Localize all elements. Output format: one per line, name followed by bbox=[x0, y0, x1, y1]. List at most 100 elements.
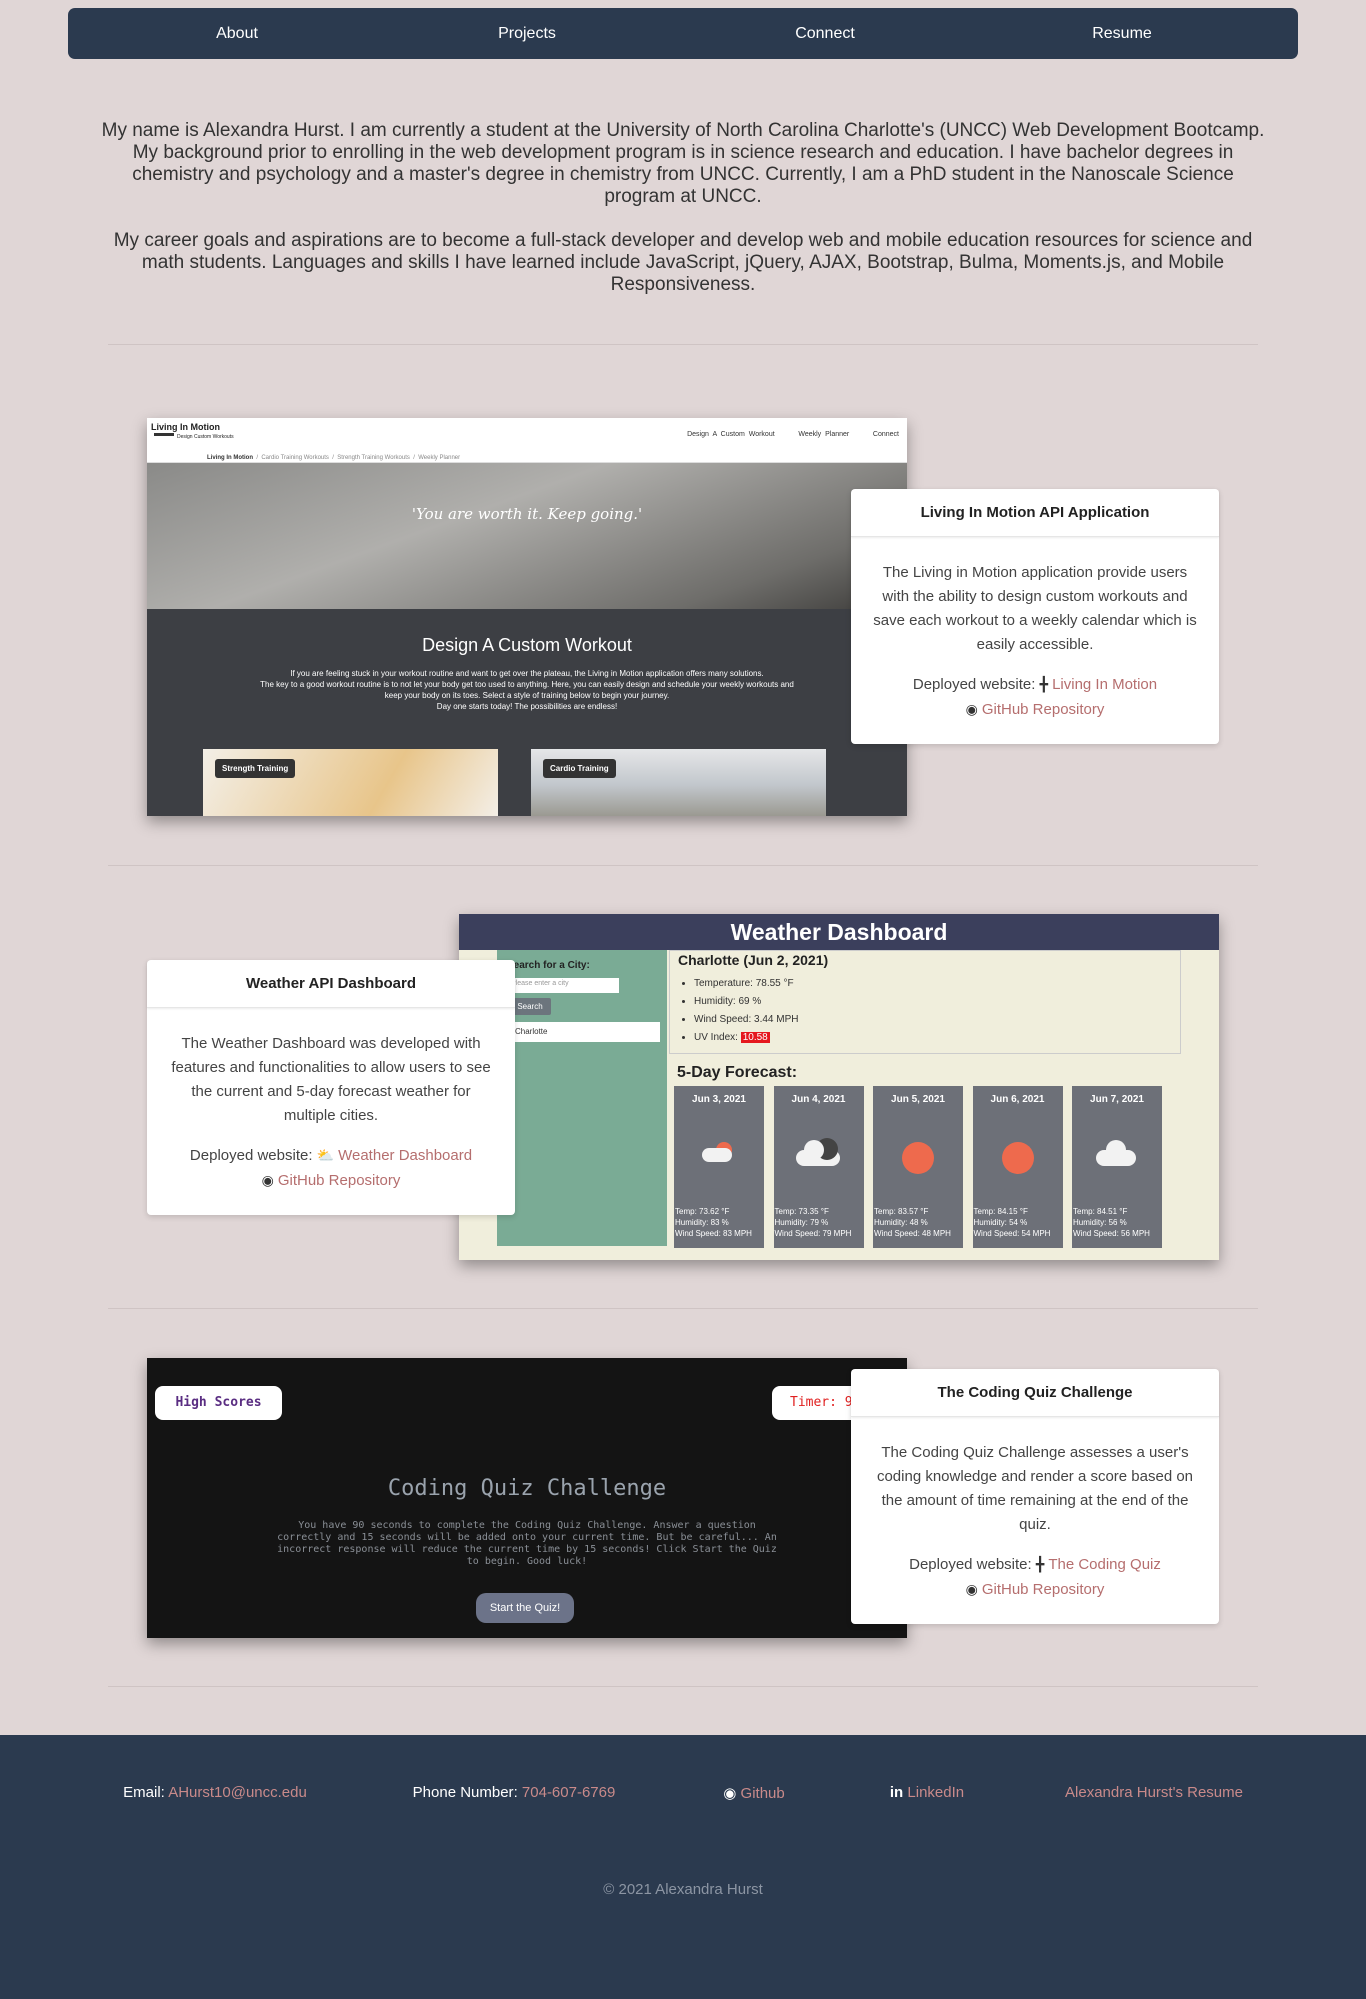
card-description: The Coding Quiz Challenge assesses a use… bbox=[876, 1444, 1194, 1533]
lim-tile-strength: Strength Training bbox=[203, 749, 498, 816]
dumbbell-icon: ╋ bbox=[1035, 1556, 1045, 1572]
deployed-line: Deployed website: ⛅ Weather Dashboard bbox=[169, 1143, 493, 1168]
wd-header: Weather Dashboard bbox=[459, 914, 1219, 950]
lim-tile-cardio: Cardio Training bbox=[531, 749, 826, 816]
card-body: The Living in Motion application provide… bbox=[851, 537, 1219, 740]
forecast-details: Temp: 73.62 °F Humidity: 83 % Wind Speed: … bbox=[675, 1206, 752, 1239]
weather-dashboard-screenshot: Weather Dashboard Search for a City: Ple… bbox=[459, 914, 1219, 1260]
github-repo-link[interactable]: GitHub Repository bbox=[982, 701, 1105, 718]
forecast-card: Jun 7, 2021 Temp: 84.51 °F Humidity: 56 % W… bbox=[1072, 1086, 1162, 1248]
lim-breadcrumb: Living In Motion / Cardio Training Worko… bbox=[207, 455, 461, 461]
living-in-motion-screenshot: Living In Motion Design Custom Workouts … bbox=[147, 418, 907, 816]
divider bbox=[108, 1308, 1258, 1309]
sun-icon bbox=[1001, 1142, 1034, 1174]
wd-search-button: Search bbox=[509, 998, 551, 1015]
nav-about[interactable]: About bbox=[216, 8, 258, 59]
nav-resume[interactable]: Resume bbox=[1092, 8, 1152, 59]
wd-forecast-title: 5-Day Forecast: bbox=[677, 1064, 798, 1081]
card-body: The Coding Quiz Challenge assesses a use… bbox=[851, 1417, 1219, 1620]
card-description: The Living in Motion application provide… bbox=[873, 564, 1197, 653]
deployed-link-living-in-motion[interactable]: Living In Motion bbox=[1052, 676, 1157, 693]
wd-search-input: Please enter a city bbox=[509, 978, 619, 993]
lim-nav: Design A Custom Workout Weekly Planner C… bbox=[687, 431, 899, 438]
linkedin-icon: in bbox=[889, 1784, 904, 1801]
forecast-date: Jun 7, 2021 bbox=[1090, 1094, 1144, 1105]
wd-uv: UV Index: 10.58 bbox=[694, 1029, 799, 1047]
wd-wind: Wind Speed: 3.44 MPH bbox=[694, 1011, 799, 1029]
github-icon: ◉ bbox=[723, 1785, 737, 1802]
project-card-quiz: The Coding Quiz Challenge The Coding Qui… bbox=[851, 1369, 1219, 1624]
footer-email: Email: AHurst10@uncc.edu bbox=[123, 1784, 307, 1801]
coding-quiz-screenshot: High Scores Timer: 9 Coding Quiz Challen… bbox=[147, 1358, 907, 1638]
deployed-link-quiz[interactable]: The Coding Quiz bbox=[1048, 1556, 1161, 1573]
forecast-details: Temp: 83.57 °F Humidity: 48 % Wind Speed: … bbox=[874, 1206, 951, 1239]
card-title: Weather API Dashboard bbox=[147, 960, 515, 1008]
lim-hero-image: 'You are worth it. Keep going.' bbox=[147, 463, 907, 609]
footer-phone: Phone Number: 704-607-6769 bbox=[412, 1784, 616, 1801]
forecast-details: Temp: 84.15 °F Humidity: 54 % Wind Speed: … bbox=[974, 1206, 1051, 1239]
project-card-living-in-motion: Living In Motion API Application The Liv… bbox=[851, 489, 1219, 744]
divider bbox=[108, 344, 1258, 345]
github-repo-link[interactable]: GitHub Repository bbox=[278, 1172, 401, 1189]
forecast-humidity: Humidity: 48 % bbox=[874, 1218, 928, 1227]
lim-tile-label: Strength Training bbox=[215, 759, 296, 778]
wd-current-list: Temperature: 78.55 °F Humidity: 69 % Win… bbox=[694, 975, 799, 1047]
cloud-sun-icon: ⛅ bbox=[316, 1147, 335, 1163]
forecast-temp: Temp: 83.57 °F bbox=[874, 1207, 929, 1216]
footer-resume: Alexandra Hurst's Resume bbox=[1065, 1784, 1243, 1801]
email-link[interactable]: AHurst10@uncc.edu bbox=[168, 1784, 307, 1801]
dumbbell-icon bbox=[154, 433, 174, 436]
about-paragraph-1: My name is Alexandra Hurst. I am current… bbox=[101, 120, 1265, 207]
forecast-temp: Temp: 84.15 °F bbox=[973, 1207, 1028, 1216]
github-icon: ◉ bbox=[965, 701, 978, 717]
sun-icon bbox=[902, 1142, 934, 1174]
quiz-start-button: Start the Quiz! bbox=[476, 1593, 574, 1623]
project-card-weather: Weather API Dashboard The Weather Dashbo… bbox=[147, 960, 515, 1215]
forecast-wind: Wind Speed: 48 MPH bbox=[874, 1229, 951, 1238]
github-repo-link[interactable]: GitHub Repository bbox=[982, 1581, 1105, 1598]
repo-line: ◉ GitHub Repository bbox=[169, 1168, 493, 1193]
lim-crumb: Cardio Training Workouts bbox=[261, 455, 329, 461]
wd-search-label: Search for a City: bbox=[507, 960, 590, 971]
forecast-wind: Wind Speed: 56 MPH bbox=[1073, 1229, 1150, 1238]
lim-text-line: Day one starts today! The possibilities … bbox=[436, 702, 618, 711]
wd-humidity: Humidity: 69 % bbox=[694, 993, 799, 1011]
forecast-humidity: Humidity: 79 % bbox=[774, 1218, 829, 1227]
lim-tile-label: Cardio Training bbox=[543, 759, 616, 778]
deployed-label: Deployed website: bbox=[189, 1147, 313, 1164]
card-title: Living In Motion API Application bbox=[851, 489, 1219, 537]
phone-link[interactable]: 704-607-6769 bbox=[522, 1784, 615, 1801]
forecast-details: Temp: 73.35 °F Humidity: 79 % Wind Speed: … bbox=[775, 1206, 852, 1239]
github-link[interactable]: Github bbox=[741, 1785, 785, 1802]
quiz-high-scores: High Scores bbox=[155, 1386, 282, 1420]
wd-sidebar: Search for a City: Please enter a city S… bbox=[497, 950, 667, 1246]
forecast-temp: Temp: 84.51 °F bbox=[1073, 1207, 1128, 1216]
nav-projects[interactable]: Projects bbox=[498, 8, 556, 59]
resume-link[interactable]: Alexandra Hurst's Resume bbox=[1065, 1784, 1243, 1801]
linkedin-link[interactable]: LinkedIn bbox=[907, 1784, 964, 1801]
lim-heading: Design A Custom Workout bbox=[422, 635, 632, 655]
nav-connect[interactable]: Connect bbox=[795, 8, 855, 59]
footer: Email: AHurst10@uncc.edu Phone Number: 7… bbox=[0, 1735, 1366, 1999]
quiz-instructions: You have 90 seconds to complete the Codi… bbox=[277, 1520, 777, 1567]
wd-temp: Temperature: 78.55 °F bbox=[694, 975, 799, 993]
forecast-card: Jun 6, 2021 Temp: 84.15 °F Humidity: 54 % W… bbox=[972, 1086, 1063, 1248]
dumbbell-icon: ╋ bbox=[1039, 676, 1049, 692]
top-navbar: About Projects Connect Resume bbox=[68, 8, 1298, 59]
footer-linkedin: in LinkedIn bbox=[890, 1784, 964, 1801]
forecast-card: Jun 5, 2021 Temp: 83.57 °F Humidity: 48 % W… bbox=[873, 1086, 963, 1248]
forecast-card: Jun 4, 2021 Temp: 73.35 °F Humidity: 79 % W… bbox=[773, 1086, 864, 1248]
lim-quote: 'You are worth it. Keep going.' bbox=[411, 505, 643, 523]
deployed-link-weather[interactable]: Weather Dashboard bbox=[338, 1147, 472, 1164]
forecast-date: Jun 4, 2021 bbox=[791, 1094, 846, 1105]
lim-nav-item: Weekly Planner bbox=[798, 431, 850, 438]
forecast-wind: Wind Speed: 83 MPH bbox=[675, 1229, 752, 1238]
about-paragraph-2: My career goals and aspirations are to b… bbox=[113, 230, 1253, 295]
lim-nav-item: Connect bbox=[872, 431, 899, 438]
lim-content: Design A Custom Workout If you are feeli… bbox=[147, 609, 907, 816]
forecast-card: Jun 3, 2021 Temp: 73.62 °F Humidity: 83 % W… bbox=[674, 1086, 764, 1248]
repo-line: ◉ GitHub Repository bbox=[873, 1577, 1197, 1602]
deployed-label: Deployed website: bbox=[909, 1556, 1032, 1573]
divider bbox=[108, 1686, 1258, 1687]
lim-logo-sub: Design Custom Workouts bbox=[177, 434, 234, 440]
